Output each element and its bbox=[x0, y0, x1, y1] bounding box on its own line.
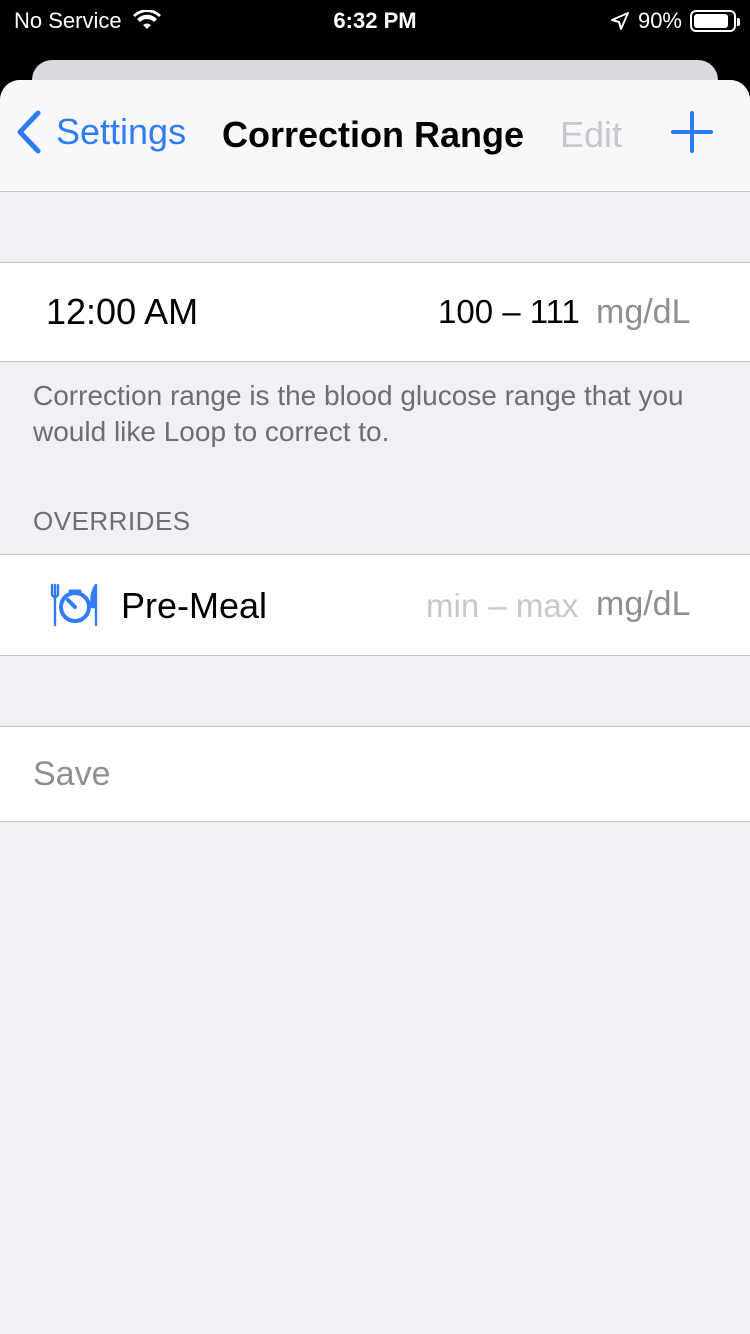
save-button[interactable]: Save bbox=[0, 726, 750, 822]
battery-percent: 90% bbox=[637, 8, 682, 33]
schedule-row[interactable]: 12:00 AM 100 – 111 mg/dL bbox=[0, 262, 750, 362]
navigation-bar: Settings Correction Range Edit bbox=[0, 80, 750, 192]
section-footer-note: Correction range is the blood glucose ra… bbox=[33, 380, 684, 447]
battery-icon bbox=[690, 10, 740, 32]
correction-range-sheet: Settings Correction Range Edit 12:00 AM … bbox=[0, 80, 750, 1334]
plus-icon[interactable] bbox=[670, 110, 714, 154]
back-label: Settings bbox=[56, 111, 187, 152]
override-range-placeholder: min – max bbox=[426, 587, 579, 624]
schedule-range: 100 – 111 bbox=[438, 293, 580, 330]
pre-meal-icon bbox=[50, 583, 98, 627]
override-unit: mg/dL bbox=[596, 585, 691, 623]
override-row-pre-meal[interactable]: Pre-Meal min – max mg/dL bbox=[0, 554, 750, 656]
overrides-header: OVERRIDES bbox=[33, 506, 191, 536]
chevron-left-icon bbox=[17, 110, 41, 154]
back-button[interactable]: Settings bbox=[16, 110, 186, 154]
override-label: Pre-Meal bbox=[121, 585, 268, 626]
page-title: Correction Range bbox=[222, 114, 525, 155]
schedule-unit: mg/dL bbox=[596, 293, 691, 331]
location-icon bbox=[610, 12, 629, 30]
edit-button[interactable]: Edit bbox=[560, 114, 622, 156]
battery-fill bbox=[694, 14, 729, 28]
status-bar: No Service 6:32 PM 90% bbox=[0, 0, 750, 42]
battery-nub bbox=[737, 18, 740, 26]
status-right: 90% bbox=[610, 8, 740, 34]
save-label: Save bbox=[33, 755, 111, 793]
schedule-time: 12:00 AM bbox=[46, 291, 199, 332]
